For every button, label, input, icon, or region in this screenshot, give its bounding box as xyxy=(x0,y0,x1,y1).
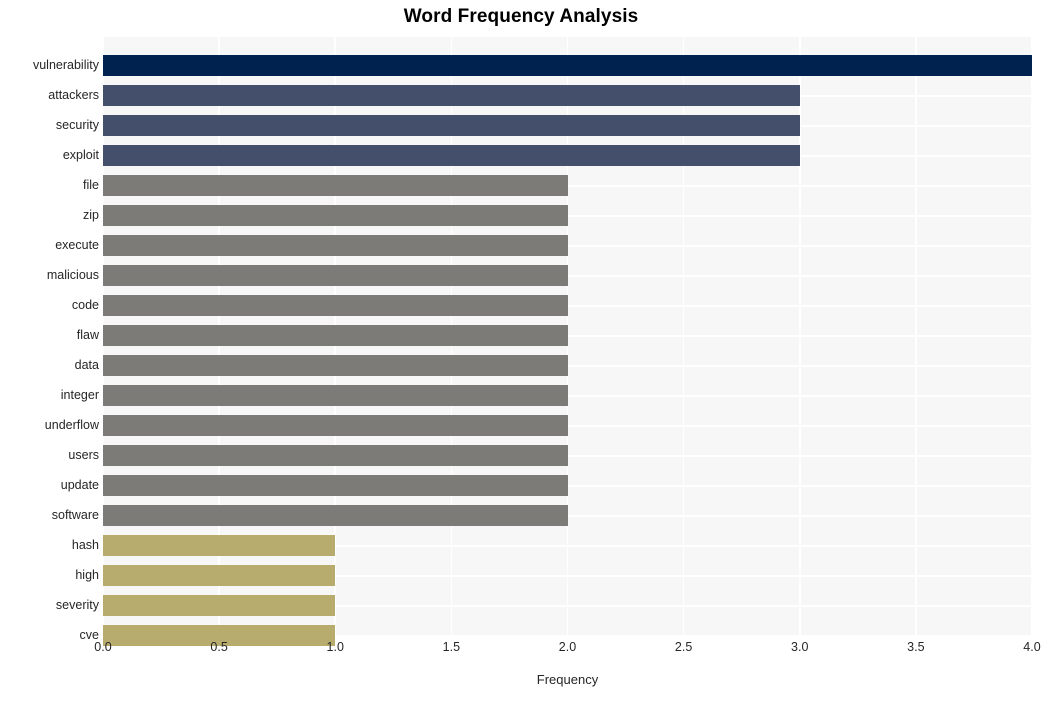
x-axis-title: Frequency xyxy=(536,672,599,687)
y-axis-tick-label: cve xyxy=(79,627,99,642)
y-axis-tick-label: malicious xyxy=(46,267,99,282)
y-axis-tick-label: hash xyxy=(71,537,99,552)
bar xyxy=(103,84,800,106)
y-axis-tick-labels: vulnerability attackers security exploit fil… xyxy=(0,36,99,641)
y-axis-tick-label: high xyxy=(75,567,99,582)
y-axis-tick-label: file xyxy=(83,177,99,192)
y-axis-tick-label: attackers xyxy=(48,87,99,102)
x-axis-tick-label: 1.5 xyxy=(442,640,461,654)
bar xyxy=(103,444,568,466)
x-axis-tick-label: 0.5 xyxy=(210,640,228,654)
y-axis-tick-label: severity xyxy=(55,597,99,612)
bar xyxy=(103,114,800,136)
x-axis-tick-labels: 0.0 0.5 1.0 1.5 2.0 2.5 3.0 3.5 4.0 xyxy=(94,640,1040,660)
y-axis-tick-label: software xyxy=(51,507,99,522)
plot-area xyxy=(102,35,1033,646)
x-axis-tick-label: 4.0 xyxy=(1023,640,1041,654)
bar xyxy=(103,294,568,316)
y-axis-tick-label: flaw xyxy=(76,327,99,342)
y-axis-tick-label: underflow xyxy=(44,417,99,432)
gridline-horizontal xyxy=(103,35,1032,37)
x-axis-tick-label: 1.0 xyxy=(326,640,344,654)
x-axis-tick-label: 3.5 xyxy=(907,640,925,654)
y-axis-tick-label: users xyxy=(68,447,99,462)
bar xyxy=(103,414,568,436)
bar xyxy=(103,144,800,166)
bar xyxy=(103,204,568,226)
x-axis-tick-label: 3.0 xyxy=(791,640,809,654)
y-axis-tick-label: execute xyxy=(55,237,99,252)
y-axis-tick-label: zip xyxy=(83,207,99,222)
y-axis-tick-label: security xyxy=(55,117,99,132)
page-title: Word Frequency Analysis xyxy=(403,6,639,27)
y-axis-tick-label: update xyxy=(60,477,99,492)
bar xyxy=(103,354,568,376)
bar xyxy=(103,534,336,556)
x-axis-tick-label: 2.0 xyxy=(558,640,577,654)
bar xyxy=(103,384,568,406)
chart-figure: Word Frequency Analysis vulnerability att… xyxy=(0,0,1042,701)
x-axis-tick-label: 2.5 xyxy=(674,640,693,654)
y-axis-tick-label: exploit xyxy=(62,147,99,162)
bar xyxy=(103,594,336,616)
bar xyxy=(103,474,568,496)
bar xyxy=(103,264,568,286)
y-axis-tick-label: code xyxy=(71,297,99,312)
bar xyxy=(103,564,336,586)
bar xyxy=(103,504,568,526)
y-axis-tick-label: integer xyxy=(60,387,99,402)
bar xyxy=(103,54,1032,76)
bar xyxy=(103,234,568,256)
x-axis-tick-label: 0.0 xyxy=(94,640,112,654)
bar xyxy=(103,324,568,346)
bar xyxy=(103,174,568,196)
y-axis-tick-label: data xyxy=(74,357,99,372)
y-axis-tick-label: vulnerability xyxy=(32,57,99,72)
